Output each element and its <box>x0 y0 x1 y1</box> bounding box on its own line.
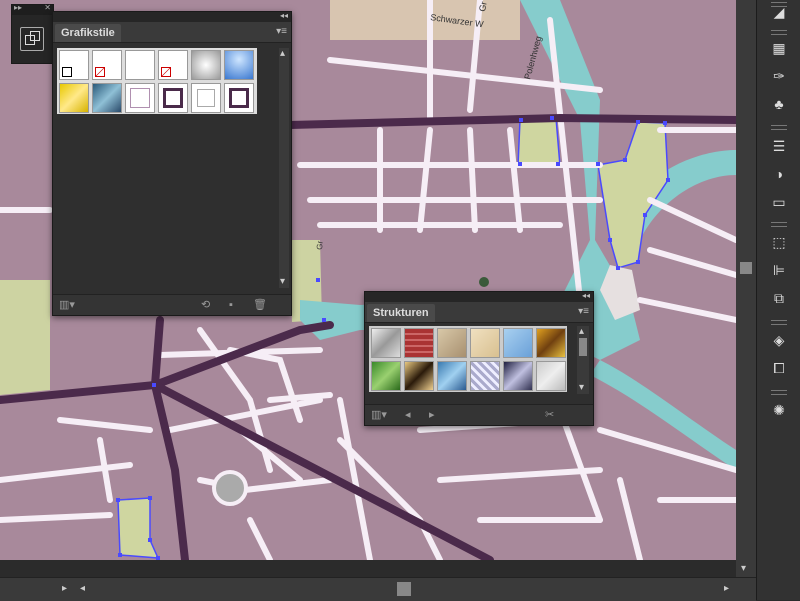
scroll-down-icon[interactable]: ▾ <box>280 276 285 288</box>
close-panel-button[interactable]: ✕ <box>44 3 51 12</box>
horizontal-scrollbar[interactable]: ▸ ◂ ▸ <box>0 577 756 601</box>
dock-grip[interactable] <box>771 125 787 130</box>
style-swatch[interactable] <box>191 83 221 113</box>
layers-icon[interactable]: ◈ <box>765 328 793 352</box>
dock-grip[interactable] <box>771 320 787 325</box>
texture-swatch[interactable] <box>470 328 500 358</box>
gradient-panel-icon[interactable]: ▭ <box>765 190 793 214</box>
pathfinder-icon[interactable]: ⧉ <box>765 286 793 310</box>
style-swatch[interactable] <box>59 83 89 113</box>
graphic-styles-grid <box>57 48 257 114</box>
park-area <box>0 280 50 395</box>
panel-scrollbar[interactable]: ▴ ▾ <box>577 326 589 394</box>
tools-mini-panel: ▸▸ ✕ <box>11 3 54 64</box>
scroll-right-icon[interactable]: ▸ <box>724 583 729 595</box>
textures-grid <box>369 326 567 392</box>
double-chevron-left-icon[interactable]: ◂◂ <box>582 291 590 301</box>
style-swatch[interactable] <box>158 83 188 113</box>
scroll-left-icon[interactable]: ◂ <box>80 583 85 595</box>
texture-swatch[interactable] <box>536 361 566 391</box>
library-icon[interactable]: ▥▾ <box>371 408 387 422</box>
brushes-icon[interactable]: ✑ <box>765 64 793 88</box>
style-swatch[interactable] <box>92 83 122 113</box>
next-icon[interactable]: ▸ <box>429 408 435 422</box>
style-swatch[interactable] <box>59 50 89 80</box>
scroll-down-icon[interactable]: ▾ <box>579 382 584 394</box>
scroll-thumb[interactable] <box>579 338 587 356</box>
dock-grip[interactable] <box>771 222 787 227</box>
align-icon[interactable]: ⊫ <box>765 258 793 282</box>
delete-icon[interactable]: 🗑 <box>253 298 267 312</box>
transparency-icon[interactable]: ◑ <box>765 162 793 186</box>
texture-swatch[interactable] <box>404 361 434 391</box>
previous-icon[interactable]: ◂ <box>405 408 411 422</box>
expand-panel-button[interactable]: ▸▸ <box>14 3 22 12</box>
break-link-icon[interactable]: ✂ <box>545 408 554 422</box>
break-link-icon[interactable]: ⟲ <box>201 298 210 312</box>
texture-swatch[interactable] <box>503 361 533 391</box>
scroll-up-icon[interactable]: ▴ <box>280 48 285 60</box>
neighborhood-area <box>330 0 520 40</box>
texture-swatch[interactable] <box>437 328 467 358</box>
artboard-nav-icon[interactable]: ▸ <box>62 583 67 595</box>
style-swatch[interactable] <box>191 50 221 80</box>
roundabout <box>212 470 248 506</box>
panel-dock: ◢ ▦ ✑ ♣ ☰ ◑ ▭ ⬚ ⊫ ⧉ ◈ ⧠ ✺ <box>756 0 800 600</box>
swatches-grid-icon[interactable]: ▦ <box>765 36 793 60</box>
texture-swatch[interactable] <box>503 328 533 358</box>
transform-icon[interactable]: ⬚ <box>765 230 793 254</box>
textures-panel: ◂◂ Strukturen ▾≡ ▴ ▾ ▥▾ ◂ ▸ ✂ <box>364 291 594 426</box>
style-swatch[interactable] <box>158 50 188 80</box>
double-chevron-left-icon[interactable]: ◂◂ <box>280 11 288 21</box>
scroll-thumb[interactable] <box>740 262 752 274</box>
tab-graphic-styles[interactable]: Grafikstile <box>55 24 121 42</box>
scroll-down-icon[interactable]: ▾ <box>741 563 746 575</box>
style-swatch[interactable] <box>92 50 122 80</box>
document-canvas[interactable]: Schwarzer W Gr Polenhweg Gr ▸▸ ✕ ◂◂ Graf… <box>0 0 736 560</box>
texture-swatch[interactable] <box>371 361 401 391</box>
scroll-up-icon[interactable]: ▴ <box>579 326 584 338</box>
panel-menu-icon[interactable]: ▾≡ <box>276 25 287 39</box>
artboards-icon[interactable]: ⧠ <box>765 356 793 380</box>
artboard-icon[interactable] <box>20 27 44 51</box>
new-style-icon[interactable]: ▪ <box>229 298 233 312</box>
texture-swatch[interactable] <box>404 328 434 358</box>
street-label: Gr <box>477 1 489 13</box>
street-label: Gr <box>315 240 325 250</box>
texture-swatch[interactable] <box>437 361 467 391</box>
appearance-icon[interactable]: ✺ <box>765 398 793 422</box>
panel-menu-icon[interactable]: ▾≡ <box>578 305 589 319</box>
gradient-icon[interactable]: ◢ <box>765 0 793 24</box>
style-swatch[interactable] <box>125 50 155 80</box>
dock-grip[interactable] <box>771 30 787 35</box>
dock-grip[interactable] <box>771 390 787 395</box>
symbols-icon[interactable]: ♣ <box>765 92 793 116</box>
scroll-thumb[interactable] <box>397 582 411 596</box>
panel-scrollbar[interactable]: ▴ ▾ <box>279 48 289 288</box>
tab-textures[interactable]: Strukturen <box>367 304 435 322</box>
style-swatch[interactable] <box>125 83 155 113</box>
style-swatch[interactable] <box>224 50 254 80</box>
vertical-scrollbar[interactable]: ▾ <box>736 0 756 580</box>
texture-swatch[interactable] <box>536 328 566 358</box>
cursor-icon <box>479 277 489 287</box>
library-icon[interactable]: ▥▾ <box>59 298 75 312</box>
selected-park[interactable] <box>517 117 561 167</box>
style-swatch[interactable] <box>224 83 254 113</box>
stroke-icon[interactable]: ☰ <box>765 134 793 158</box>
texture-swatch[interactable] <box>470 361 500 391</box>
texture-swatch[interactable] <box>371 328 401 358</box>
graphic-styles-panel: ◂◂ Grafikstile ▾≡ ▴ ▾ ▥▾ ⟲ ▪ 🗑 <box>52 11 292 316</box>
